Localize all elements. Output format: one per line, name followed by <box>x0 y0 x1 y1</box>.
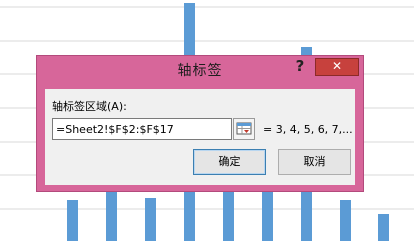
chart-bar <box>145 198 156 241</box>
range-preview: = 3, 4, 5, 6, 7,... <box>263 123 353 136</box>
axis-labels-dialog: 轴标签 ? ✕ 轴标签区域(A): = 3, 4, 5, 6, 7,... 确定… <box>36 55 364 192</box>
close-button[interactable]: ✕ <box>315 58 359 76</box>
help-button[interactable]: ? <box>292 57 308 77</box>
chart-bar <box>340 200 351 241</box>
axis-label-range-input[interactable] <box>52 118 232 140</box>
dialog-titlebar[interactable]: 轴标签 ? ✕ <box>37 56 363 82</box>
range-collapse-icon <box>236 122 252 135</box>
chart-bar <box>67 200 78 241</box>
chart-bar <box>106 192 117 241</box>
cancel-button[interactable]: 取消 <box>278 149 351 175</box>
axis-label-range-label: 轴标签区域(A): <box>52 100 127 113</box>
chart-bar <box>262 192 273 241</box>
range-collapse-button[interactable] <box>233 118 255 140</box>
close-icon: ✕ <box>331 59 343 73</box>
dialog-content: 轴标签区域(A): = 3, 4, 5, 6, 7,... 确定 取消 <box>45 89 355 185</box>
chart-bar <box>378 214 389 241</box>
ok-button[interactable]: 确定 <box>193 149 266 175</box>
